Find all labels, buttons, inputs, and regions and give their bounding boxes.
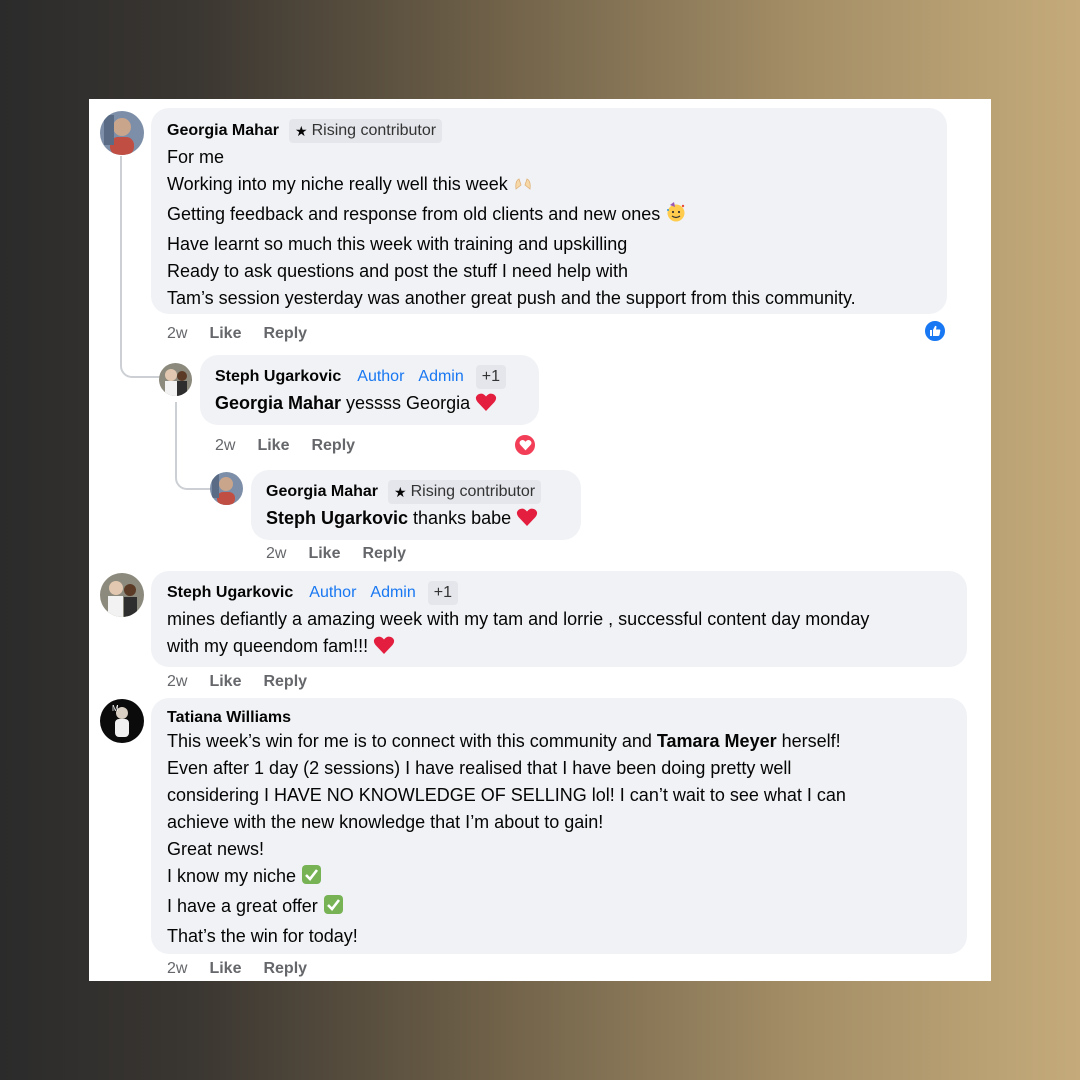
comments-panel: Georgia Mahar ★ Rising contributor For me…	[89, 99, 991, 981]
author-badge[interactable]: Author	[309, 584, 356, 602]
timestamp[interactable]: 2w	[266, 545, 286, 563]
avatar[interactable]	[159, 363, 192, 396]
love-reaction-icon[interactable]	[513, 433, 537, 457]
author-name[interactable]: Tatiana Williams	[167, 709, 291, 727]
reply-bubble: Steph Ugarkovic Author Admin +1 Georgia …	[200, 355, 539, 425]
comment-header: Tatiana Williams	[167, 709, 951, 727]
author-name[interactable]: Georgia Mahar	[167, 122, 279, 140]
comment-bubble: Steph Ugarkovic Author Admin +1 mines de…	[151, 571, 967, 667]
comment-actions: 2w Like Reply	[167, 673, 329, 691]
mention-link[interactable]: Georgia Mahar	[215, 393, 341, 413]
avatar[interactable]	[210, 472, 243, 505]
reply-button[interactable]: Reply	[311, 437, 355, 455]
check-mark-emoji-icon	[323, 894, 344, 923]
comment-header: Steph Ugarkovic Author Admin +1	[167, 581, 951, 605]
comment-bubble: Tatiana Williams This week’s win for me …	[151, 698, 967, 954]
comment-actions: 2w Like Reply	[167, 325, 329, 343]
raising-hands-emoji-icon	[513, 173, 533, 201]
admin-badge[interactable]: Admin	[370, 584, 415, 602]
svg-text:M: M	[112, 704, 119, 713]
author-name[interactable]: Steph Ugarkovic	[167, 584, 293, 602]
comment-actions: 2w Like Reply	[266, 545, 428, 563]
star-icon: ★	[394, 483, 407, 500]
more-badges-button[interactable]: +1	[475, 365, 507, 389]
like-reaction-icon[interactable]	[923, 319, 947, 343]
author-name[interactable]: Steph Ugarkovic	[215, 368, 341, 386]
timestamp[interactable]: 2w	[215, 437, 235, 455]
comment-text: mines defiantly a amazing week with my t…	[167, 606, 951, 663]
admin-badge[interactable]: Admin	[418, 368, 463, 386]
avatar[interactable]	[100, 111, 144, 155]
party-face-emoji-icon	[665, 201, 687, 231]
like-button[interactable]: Like	[257, 437, 289, 455]
comment-bubble: Georgia Mahar ★ Rising contributor For me…	[151, 108, 947, 314]
check-mark-emoji-icon	[301, 864, 322, 893]
like-button[interactable]: Like	[308, 545, 340, 563]
timestamp[interactable]: 2w	[167, 325, 187, 343]
like-button[interactable]: Like	[209, 325, 241, 343]
red-heart-emoji-icon	[373, 635, 395, 663]
comment-header: Georgia Mahar ★ Rising contributor	[266, 480, 566, 504]
comment-header: Steph Ugarkovic Author Admin +1	[215, 365, 524, 389]
more-badges-button[interactable]: +1	[427, 581, 459, 605]
like-button[interactable]: Like	[209, 960, 241, 978]
like-button[interactable]: Like	[209, 673, 241, 691]
mention-link[interactable]: Tamara Meyer	[657, 731, 777, 751]
timestamp[interactable]: 2w	[167, 960, 187, 978]
reply-bubble: Georgia Mahar ★ Rising contributor Steph …	[251, 470, 581, 540]
mention-link[interactable]: Steph Ugarkovic	[266, 508, 408, 528]
avatar[interactable]	[100, 573, 144, 617]
star-icon: ★	[295, 122, 308, 139]
rising-contributor-badge: ★ Rising contributor	[289, 119, 443, 143]
red-heart-emoji-icon	[475, 392, 497, 420]
reply-button[interactable]: Reply	[263, 673, 307, 691]
reply-button[interactable]: Reply	[362, 545, 406, 563]
comment-text: Steph Ugarkovic thanks babe	[266, 505, 566, 535]
timestamp[interactable]: 2w	[167, 673, 187, 691]
comment-text: Georgia Mahar yessss Georgia	[215, 390, 524, 420]
reply-button[interactable]: Reply	[263, 325, 307, 343]
comment-actions: 2w Like Reply	[215, 437, 377, 455]
comment-text: This week’s win for me is to connect wit…	[167, 731, 846, 946]
red-heart-emoji-icon	[516, 507, 538, 535]
avatar[interactable]: M	[100, 699, 144, 743]
author-badge[interactable]: Author	[357, 368, 404, 386]
comment-text: For me Working into my niche really well…	[167, 147, 856, 308]
comment-actions: 2w Like Reply	[167, 960, 329, 978]
reply-button[interactable]: Reply	[263, 960, 307, 978]
rising-contributor-badge: ★ Rising contributor	[388, 480, 542, 504]
comment-header: Georgia Mahar ★ Rising contributor	[167, 119, 931, 143]
author-name[interactable]: Georgia Mahar	[266, 483, 378, 501]
